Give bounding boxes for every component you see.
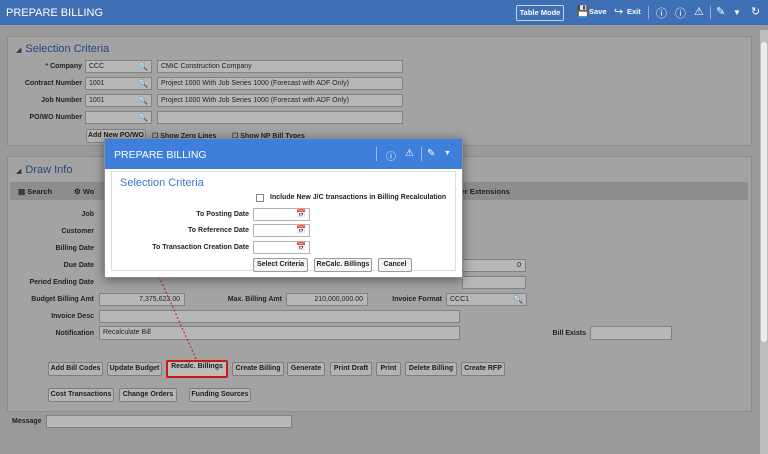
include-new-checkbox[interactable] bbox=[256, 194, 264, 202]
edit-icon[interactable]: ✎ bbox=[427, 148, 435, 159]
dialog-section-title: Selection Criteria bbox=[120, 177, 204, 189]
warning-icon[interactable]: ⚠ bbox=[405, 148, 414, 159]
recalc-billings-dialog-button[interactable]: ReCalc. Billings bbox=[314, 258, 372, 272]
cancel-button[interactable]: Cancel bbox=[378, 258, 412, 272]
select-criteria-button[interactable]: Select Criteria bbox=[253, 258, 308, 272]
to-posting-date-label: To Posting Date bbox=[196, 211, 249, 218]
info-icon[interactable]: ⓘ bbox=[386, 148, 396, 163]
to-transaction-creation-date-input[interactable]: 📅 bbox=[253, 241, 310, 254]
to-reference-date-label: To Reference Date bbox=[188, 227, 249, 234]
dialog-title: PREPARE BILLING bbox=[114, 149, 207, 161]
dialog-body: Selection Criteria Include New J/C trans… bbox=[111, 171, 456, 272]
chevron-down-icon[interactable]: ▼ bbox=[444, 150, 451, 157]
header-divider bbox=[376, 147, 377, 161]
dialog-header: PREPARE BILLING ⓘ ⚠ ✎ ▼ bbox=[105, 139, 462, 169]
to-transaction-creation-date-label: To Transaction Creation Date bbox=[152, 244, 249, 251]
calendar-icon[interactable]: 📅 bbox=[296, 209, 306, 218]
to-posting-date-input[interactable]: 📅 bbox=[253, 208, 310, 221]
prepare-billing-dialog: PREPARE BILLING ⓘ ⚠ ✎ ▼ Selection Criter… bbox=[104, 138, 463, 278]
header-divider bbox=[421, 147, 422, 161]
include-new-label: Include New J/C transactions in Billing … bbox=[270, 194, 447, 201]
calendar-icon[interactable]: 📅 bbox=[296, 225, 306, 234]
to-reference-date-input[interactable]: 📅 bbox=[253, 224, 310, 237]
calendar-icon[interactable]: 📅 bbox=[296, 242, 306, 251]
